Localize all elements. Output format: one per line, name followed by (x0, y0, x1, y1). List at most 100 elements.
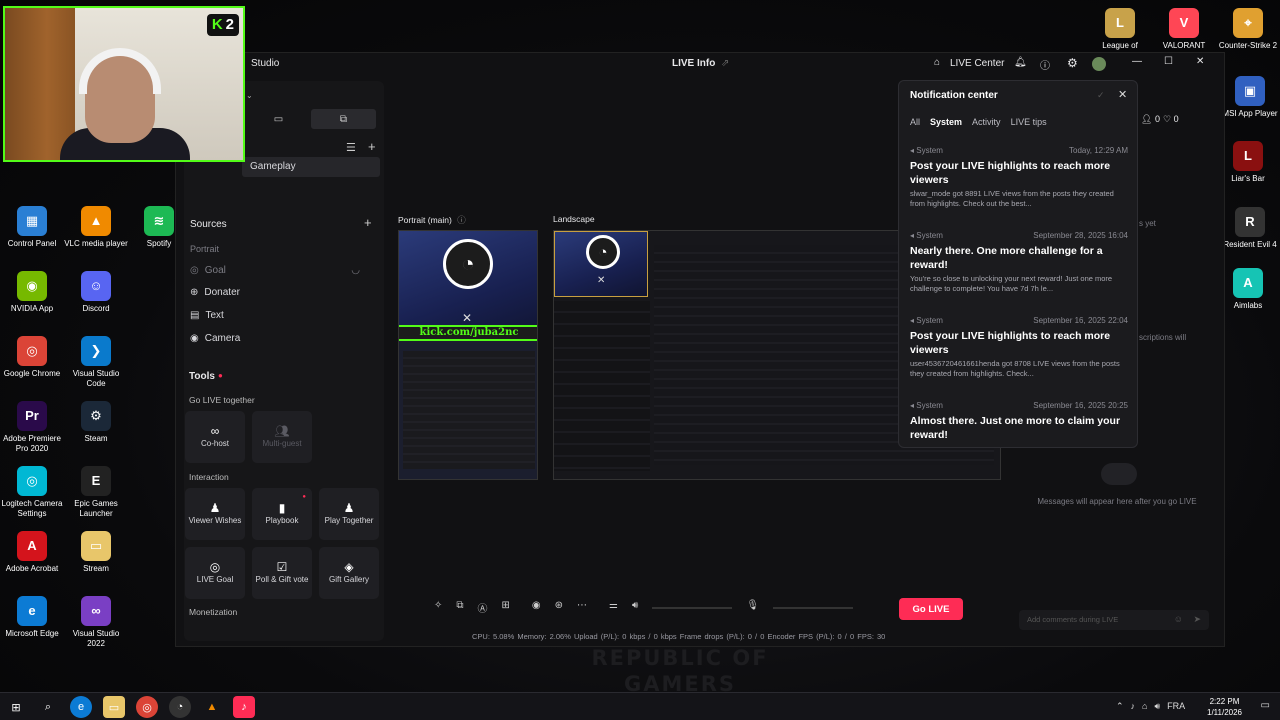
desktop-shortcut-label: Visual Studio Code (72, 369, 120, 388)
bell-icon[interactable]: 🔔︎ (1014, 57, 1027, 68)
list-icon[interactable]: ☰ (346, 141, 356, 154)
avatar[interactable] (1092, 57, 1106, 71)
ai-icon[interactable]: Ⓐ (478, 600, 488, 618)
live-center-button[interactable]: LIVE Center (950, 58, 1004, 69)
go-live-button[interactable]: Go LIVE (899, 598, 963, 620)
record-icon[interactable]: ◉ (532, 600, 541, 618)
speaker-icon[interactable]: 🔊︎ (632, 600, 638, 618)
play-together-button[interactable]: ♟ Play Together (319, 488, 379, 540)
desktop-shortcut[interactable]: A Adobe Acrobat (0, 531, 64, 574)
speaker-volume-slider[interactable] (652, 607, 733, 609)
search-icon[interactable]: ⌕ (37, 696, 59, 718)
gift-gallery-button[interactable]: ◈ Gift Gallery (319, 547, 379, 599)
notifications-icon[interactable]: ▭ (1261, 700, 1270, 711)
tiktok-tray-icon[interactable]: ♪ (1131, 701, 1136, 712)
app-icon: ◎ (17, 466, 47, 496)
notification-item[interactable]: ◂ System Today, 12:29 AM Post your LIVE hi… (910, 146, 1128, 209)
app-icon: ⌖ (1233, 8, 1263, 38)
windows-start-icon[interactable]: ⊞ (5, 696, 27, 718)
info-icon[interactable]: ⓘ (457, 215, 466, 225)
desktop-shortcut[interactable]: A Aimlabs (1216, 268, 1280, 311)
mixer-icon[interactable]: ⚌ (609, 600, 618, 618)
tab-system[interactable]: System (930, 117, 962, 127)
tiktok-studio-taskbar-icon[interactable]: ♪ (233, 696, 255, 718)
mic-volume-slider[interactable] (773, 607, 854, 609)
chevron-up-icon[interactable]: ⌃ (1116, 701, 1124, 712)
desktop-shortcut[interactable]: Pr Adobe Premiere Pro 2020 (0, 401, 64, 454)
desktop-shortcut[interactable]: ❯ Visual Studio Code (64, 336, 128, 389)
desktop-shortcut[interactable]: ∞ Visual Studio 2022 (64, 596, 128, 649)
live-info-button[interactable]: LIVE Info (672, 58, 715, 69)
desktop-shortcut[interactable]: ▦ Control Panel (0, 206, 64, 249)
live-goal-button[interactable]: ◎ LIVE Goal (185, 547, 245, 599)
close-notifications-icon[interactable]: ✕ (1118, 88, 1127, 101)
source-item-goal[interactable]: ◎ Goal ◡ (190, 265, 360, 276)
desktop-shortcut[interactable]: L League of (1088, 8, 1152, 51)
kick-url-banner: kick.com/juba2nc (399, 325, 537, 341)
poll-gift-vote-button[interactable]: ☑ Poll & Gift vote (252, 547, 312, 599)
crop-icon[interactable]: ⧉ (456, 600, 463, 618)
notification-item[interactable]: ◂ System September 28, 2025 16:04 Nearly t… (910, 231, 1128, 294)
desktop-shortcut[interactable]: ◎ Google Chrome (0, 336, 64, 379)
more-icon[interactable]: ⋯ (577, 600, 587, 618)
desktop-shortcut[interactable]: ◉ NVIDIA App (0, 271, 64, 314)
file-explorer-icon[interactable]: ▭ (103, 696, 125, 718)
visibility-icon[interactable]: ◡ (351, 265, 360, 276)
tab-activity[interactable]: Activity (972, 117, 1001, 127)
chevron-down-icon[interactable]: ⌄ (246, 91, 253, 100)
mark-read-icon[interactable]: ✓ (1097, 90, 1105, 101)
notification-item[interactable]: ◂ System September 16, 2025 20:25 Almost t… (910, 401, 1128, 444)
minimize-icon[interactable]: — (1132, 56, 1142, 67)
microphone-icon[interactable]: 🎙︎ (746, 600, 759, 618)
viewer-wishes-button[interactable]: ♟ Viewer Wishes (185, 488, 245, 540)
desktop-shortcut[interactable]: ⚙ Steam (64, 401, 128, 444)
desktop-shortcut[interactable]: E Epic Games Launcher (64, 466, 128, 519)
portrait-preview[interactable]: ◔ ✕ kick.com/juba2nc (398, 230, 538, 480)
maximize-icon[interactable]: ☐ (1164, 56, 1173, 67)
tools-new-dot: ● (218, 371, 223, 380)
edge-taskbar-icon[interactable]: e (70, 696, 92, 718)
settings-icon[interactable]: ⚙ (1067, 56, 1078, 70)
desktop-shortcut[interactable]: e Microsoft Edge (0, 596, 64, 639)
layout-icon[interactable]: ⊞ (502, 600, 510, 618)
add-source-icon[interactable]: + (364, 215, 372, 230)
obs-taskbar-icon[interactable]: ◔ (169, 696, 191, 718)
vlc-taskbar-icon[interactable]: ▲ (201, 696, 223, 718)
desktop-shortcut[interactable]: ☺ Discord (64, 271, 128, 314)
desktop-shortcut[interactable]: L Liar's Bar (1216, 141, 1280, 184)
source-item-donater[interactable]: ⊕ Donater (190, 287, 240, 298)
source-item-text[interactable]: ▤ Text (190, 310, 224, 321)
clock[interactable]: 2:22 PM 1/11/2026 (1207, 696, 1242, 718)
desktop-shortcut[interactable]: ▲ VLC media player (64, 206, 128, 249)
language-indicator[interactable]: FRA (1167, 701, 1185, 712)
landscape-icon[interactable]: ▭ (246, 109, 311, 129)
send-icon[interactable]: ➤ (1193, 614, 1201, 625)
comment-input[interactable]: Add comments during LIVE ☺ ➤ (1019, 610, 1209, 630)
desktop-shortcut[interactable]: ◎ Logitech Camera Settings (0, 466, 64, 519)
desktop-shortcut[interactable]: ⌖ Counter-Strike 2 (1216, 8, 1280, 51)
desktop-shortcut[interactable]: ▣ MSI App Player (1218, 76, 1280, 119)
tab-all[interactable]: All (910, 117, 920, 127)
add-scene-icon[interactable]: + (368, 139, 376, 154)
help-icon[interactable]: ⓘ (1040, 57, 1050, 72)
share-icon[interactable]: ⇗ (721, 58, 729, 69)
multiguest-button[interactable]: 👥︎ Multi-guest (252, 411, 312, 463)
close-icon[interactable]: ✕ (1196, 56, 1204, 67)
notification-body: You're so close to unlocking your next r… (910, 274, 1113, 293)
chrome-taskbar-icon[interactable]: ◎ (136, 696, 158, 718)
scene-item-gameplay[interactable]: Gameplay (242, 157, 380, 177)
volume-icon[interactable]: 🔊︎ (1154, 701, 1160, 712)
desktop-shortcut[interactable]: V VALORANT (1152, 8, 1216, 51)
playbook-button[interactable]: ▮ Playbook ● (252, 488, 312, 540)
desktop-shortcut[interactable]: R Resident Evil 4 (1218, 207, 1280, 250)
cohost-button[interactable]: ∞ Co-host (185, 411, 245, 463)
replay-icon[interactable]: ⊛ (555, 600, 563, 618)
tab-live-tips[interactable]: LIVE tips (1011, 117, 1047, 127)
magic-wand-icon[interactable]: ✧ (434, 600, 442, 618)
dual-layout-icon[interactable]: ⧉ (311, 109, 376, 129)
source-item-camera[interactable]: ◉ Camera (190, 333, 240, 344)
desktop-shortcut[interactable]: ▭ Stream (64, 531, 128, 574)
notification-item[interactable]: ◂ System September 16, 2025 22:04 Post you… (910, 316, 1128, 379)
network-icon[interactable]: ⌂ (1142, 701, 1147, 712)
emoji-icon[interactable]: ☺ (1174, 614, 1183, 624)
